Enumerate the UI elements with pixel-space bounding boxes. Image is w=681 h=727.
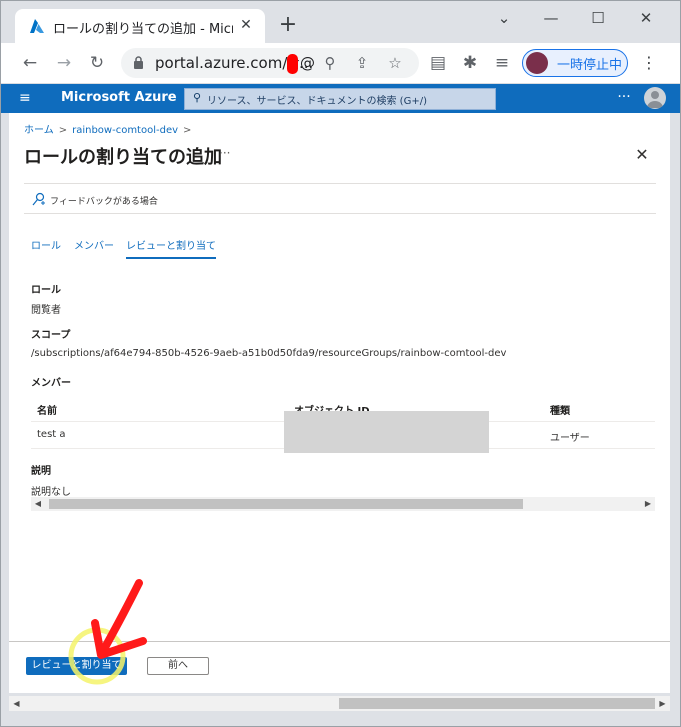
page-title: ロールの割り当ての追加 [24, 147, 222, 168]
profile-button[interactable]: 一時停止中 [522, 49, 628, 77]
url-ellipsis: ... [299, 54, 314, 72]
search-icon: ⚲ [193, 91, 202, 104]
scroll-thumb[interactable] [49, 499, 523, 509]
page-scroll-left-icon[interactable]: ◀ [9, 696, 24, 711]
global-search-input[interactable]: ⚲ リソース、サービス、ドキュメントの検索 (G+/) [184, 88, 496, 110]
description-label: 説明 [31, 466, 51, 477]
portal-menu-icon[interactable]: ≡ [19, 90, 33, 106]
extensions-icon[interactable]: ✱ [459, 52, 481, 74]
tab-title: ロールの割り当ての追加 - Microsoft [53, 22, 233, 37]
footer-divider [9, 641, 670, 642]
browser-window: ロールの割り当ての追加 - Microsoft ✕ + ⌄ — ☐ ✕ ← → … [0, 0, 681, 727]
address-bar[interactable]: portal.azure.com/#@ ... ⚲ ⇪ ☆ [121, 48, 419, 78]
breadcrumb-separator: > [58, 125, 68, 136]
browser-menu-icon[interactable]: ⋮ [641, 52, 657, 74]
bookmark-star-icon[interactable]: ☆ [384, 52, 406, 74]
scope-label: スコープ [31, 330, 71, 341]
azure-header: ≡ Microsoft Azure ⚲ リソース、サービス、ドキュメントの検索 … [1, 84, 680, 113]
tab-search-icon[interactable]: ⌄ [489, 7, 519, 29]
share-icon[interactable]: ⇪ [351, 52, 373, 74]
browser-tab[interactable]: ロールの割り当ての追加 - Microsoft ✕ [15, 9, 265, 43]
account-avatar[interactable] [644, 87, 666, 109]
feedback-label: フィードバックがある場合 [50, 197, 158, 207]
window-close-icon[interactable]: ✕ [631, 7, 661, 29]
breadcrumb-home[interactable]: ホーム [24, 125, 54, 136]
maximize-icon[interactable]: ☐ [583, 7, 613, 29]
tab-role[interactable]: ロール [31, 237, 61, 257]
review-assign-button[interactable]: レビューと割り当て [26, 657, 127, 675]
search-placeholder: リソース、サービス、ドキュメントの検索 (G+/) [207, 96, 427, 107]
zoom-icon[interactable]: ⚲ [319, 52, 341, 74]
forward-icon[interactable]: → [53, 52, 75, 74]
redaction-mark [287, 54, 298, 74]
new-tab-icon[interactable]: + [278, 14, 298, 36]
column-type: 種類 [550, 406, 570, 417]
add-role-assignment-blade: ホーム > rainbow-comtool-dev > ロールの割り当ての追加 ···… [9, 113, 670, 693]
divider [24, 213, 656, 214]
members-label: メンバー [31, 378, 71, 389]
profile-status: 一時停止中 [557, 58, 623, 73]
close-blade-icon[interactable]: ✕ [633, 146, 651, 164]
member-name: test a [37, 429, 66, 440]
breadcrumb: ホーム > rainbow-comtool-dev > [24, 121, 196, 136]
redaction-box [284, 411, 489, 453]
role-value: 閲覧者 [31, 305, 61, 316]
azure-logo-icon [30, 19, 44, 33]
tab-review-assign[interactable]: レビューと割り当て [126, 237, 216, 259]
role-label: ロール [31, 285, 61, 296]
tab-members[interactable]: メンバー [74, 237, 114, 257]
profile-avatar [526, 52, 548, 74]
media-control-icon[interactable]: ≡ [491, 52, 513, 74]
lock-icon [134, 56, 143, 69]
azure-brand[interactable]: Microsoft Azure [61, 90, 177, 105]
horizontal-scrollbar[interactable]: ◀ ▶ [31, 497, 655, 511]
breadcrumb-separator: > [183, 125, 192, 136]
minimize-icon[interactable]: — [536, 7, 566, 29]
page-horizontal-scrollbar[interactable]: ◀ ▶ [9, 696, 670, 711]
member-type: ユーザー [550, 433, 590, 444]
user-icon [647, 91, 663, 108]
breadcrumb-resource-group[interactable]: rainbow-comtool-dev [72, 125, 178, 136]
more-options-icon[interactable]: ··· [219, 146, 235, 162]
column-name: 名前 [37, 406, 57, 417]
divider [24, 183, 656, 184]
back-icon[interactable]: ← [19, 52, 41, 74]
previous-button[interactable]: 前へ [147, 657, 209, 675]
page-scroll-thumb[interactable] [339, 698, 655, 709]
scope-value: /subscriptions/af64e794-850b-4526-9aeb-a… [31, 348, 507, 359]
scroll-left-icon[interactable]: ◀ [31, 497, 45, 511]
tab-strip: ロールの割り当ての追加 - Microsoft ✕ + ⌄ — ☐ ✕ [1, 1, 680, 43]
scroll-right-icon[interactable]: ▶ [641, 497, 655, 511]
description-value: 説明なし [31, 487, 71, 498]
annotation-arrow-icon [68, 579, 147, 685]
reading-list-icon[interactable]: ▤ [427, 52, 449, 74]
reload-icon[interactable]: ↻ [86, 52, 108, 74]
close-tab-icon[interactable]: ✕ [237, 16, 255, 34]
feedback-icon [32, 192, 45, 206]
more-icon[interactable]: ··· [613, 87, 635, 107]
browser-toolbar: ← → ↻ portal.azure.com/#@ ... ⚲ ⇪ ☆ ▤ ✱ … [1, 43, 680, 84]
page-scroll-right-icon[interactable]: ▶ [655, 696, 670, 711]
